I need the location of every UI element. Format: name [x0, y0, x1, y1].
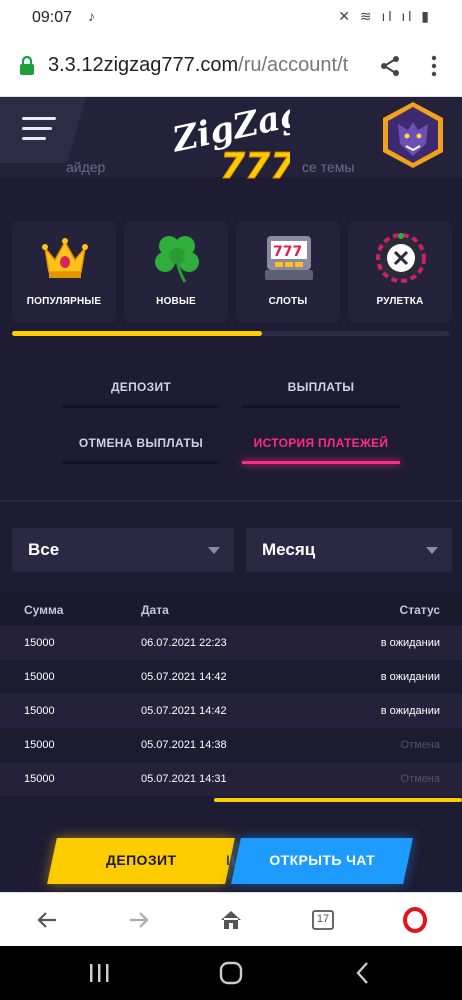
status-icons: ✕ ≋ ıl ıl ▮	[338, 8, 432, 24]
forward-arrow-icon[interactable]	[126, 907, 152, 933]
table-row: 15000 05.07.2021 14:42 в ожидании	[0, 660, 462, 694]
cell-date: 05.07.2021 14:42	[141, 705, 227, 717]
table-horizontal-scrollbar[interactable]	[214, 798, 462, 802]
category-roulette[interactable]: РУЛЕТКА	[348, 222, 452, 322]
chevron-down-icon	[208, 547, 220, 554]
tabs-button[interactable]: 17	[310, 907, 336, 933]
header-date: Дата	[141, 603, 169, 617]
search-themes-text: се темы	[302, 159, 355, 175]
cell-status: в ожидании	[380, 637, 440, 649]
section-divider	[0, 500, 462, 502]
cell-date: 05.07.2021 14:31	[141, 773, 227, 785]
deposit-button[interactable]: ДЕПОЗИТ	[47, 838, 235, 884]
cell-date: 05.07.2021 14:38	[141, 739, 227, 751]
address-field[interactable]: 3.3.12zigzag777.com/ru/account/t	[48, 54, 368, 77]
tabs-count: 17	[316, 913, 330, 925]
open-chat-button-label: ОТКРЫТЬ ЧАТ	[269, 852, 376, 868]
back-nav-icon[interactable]	[350, 960, 376, 986]
table-row: 15000 05.07.2021 14:42 в ожидании	[0, 694, 462, 728]
notification-icon: ♪	[88, 8, 95, 24]
cell-sum: 15000	[24, 773, 55, 785]
period-filter-value: Месяц	[262, 540, 316, 559]
cell-status: в ожидании	[380, 671, 440, 683]
cell-sum: 15000	[24, 637, 55, 649]
more-options-icon[interactable]	[424, 54, 444, 78]
tab-cancel-withdrawal[interactable]: ОТМЕНА ВЫПЛАТЫ	[58, 422, 224, 464]
period-filter-select[interactable]: Месяц	[246, 528, 452, 572]
home-icon[interactable]	[218, 907, 244, 933]
android-status-bar: 09:07 ♪ ✕ ≋ ıl ıl ▮	[0, 0, 462, 36]
cell-status: Отмена	[400, 773, 440, 785]
category-label: РУЛЕТКА	[376, 296, 424, 307]
header-sum: Сумма	[24, 603, 64, 617]
table-header: Сумма Дата Статус	[0, 592, 462, 626]
category-label: СЛОТЫ	[268, 296, 308, 307]
search-provider-text: айдер	[66, 159, 106, 175]
lock-icon	[20, 56, 34, 75]
cell-status: Отмена	[400, 739, 440, 751]
recent-apps-icon[interactable]	[86, 962, 112, 984]
category-popular[interactable]: ПОПУЛЯРНЫЕ	[12, 222, 116, 322]
user-avatar[interactable]	[380, 100, 446, 170]
cell-sum: 15000	[24, 705, 55, 717]
cell-sum: 15000	[24, 671, 55, 683]
tab-deposit[interactable]: ДЕПОЗИТ	[58, 366, 224, 408]
browser-url-bar: 3.3.12zigzag777.com/ru/account/t	[0, 36, 462, 97]
slot-machine-icon: 777	[265, 236, 313, 280]
logo-text-bottom: 777	[220, 146, 290, 182]
type-filter-value: Все	[28, 540, 60, 559]
table-row: 15000 06.07.2021 22:23 в ожидании	[0, 626, 462, 660]
url-path: /ru/account/t	[238, 54, 349, 76]
share-icon[interactable]	[378, 54, 402, 78]
deposit-button-label: ДЕПОЗИТ	[105, 852, 177, 868]
opera-menu-icon[interactable]	[402, 907, 428, 933]
url-host: 3.3.12zigzag777.com	[48, 54, 239, 76]
chevron-down-icon	[426, 547, 438, 554]
cell-sum: 15000	[24, 739, 55, 751]
zigzag777-logo[interactable]: ZigZag 777	[170, 98, 290, 182]
category-label: ПОПУЛЯРНЫЕ	[26, 296, 102, 307]
svg-text:777: 777	[273, 244, 302, 260]
category-label: НОВЫЕ	[156, 296, 196, 307]
open-chat-button[interactable]: ОТКРЫТЬ ЧАТ	[231, 838, 413, 884]
category-new[interactable]: НОВЫЕ	[124, 222, 228, 322]
tab-payment-history[interactable]: ИСТОРИЯ ПЛАТЕЖЕЙ	[238, 422, 404, 464]
back-arrow-icon[interactable]	[34, 907, 60, 933]
crown-icon	[42, 238, 88, 278]
category-scroll-thumb[interactable]	[12, 331, 262, 336]
table-row: 15000 05.07.2021 14:38 Отмена	[0, 728, 462, 762]
header-status: Статус	[399, 603, 440, 617]
cell-date: 06.07.2021 22:23	[141, 637, 227, 649]
status-time: 09:07	[32, 9, 73, 26]
home-nav-icon[interactable]	[218, 960, 244, 986]
type-filter-select[interactable]: Все	[12, 528, 234, 572]
android-navigation-bar	[0, 946, 462, 1000]
cell-date: 05.07.2021 14:42	[141, 671, 227, 683]
table-row: 15000 05.07.2021 14:31 Отмена	[0, 762, 462, 796]
tab-withdrawals[interactable]: ВЫПЛАТЫ	[238, 366, 404, 408]
category-slots[interactable]: 777 СЛОТЫ	[236, 222, 340, 322]
menu-icon	[22, 117, 56, 120]
browser-bottom-bar: 17	[0, 892, 462, 947]
roulette-icon	[376, 233, 426, 283]
cell-status: в ожидании	[380, 705, 440, 717]
clover-icon	[155, 236, 199, 283]
